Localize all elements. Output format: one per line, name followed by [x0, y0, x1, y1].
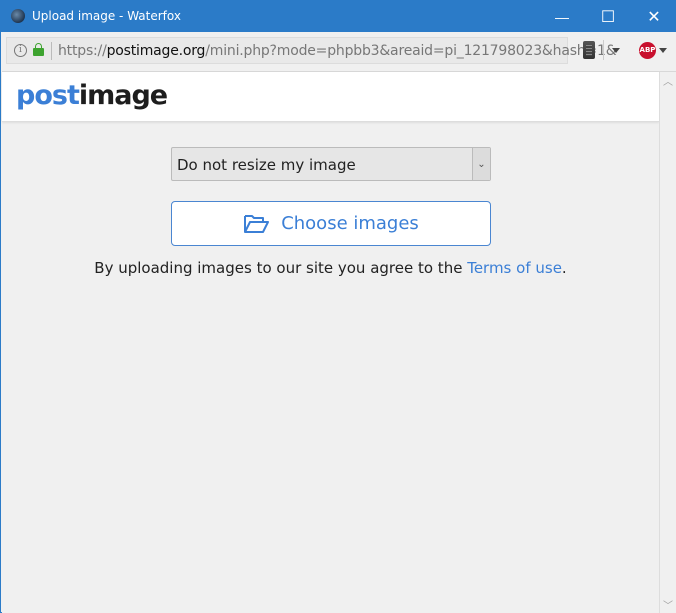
- logo-post: post: [16, 80, 80, 111]
- browser-window: Upload image - Waterfox — ☐ ✕ i https://…: [0, 0, 676, 613]
- terms-end: .: [561, 259, 567, 277]
- navigation-bar: i https://postimage.org/mini.php?mode=ph…: [2, 32, 676, 72]
- url-host: postimage.org: [106, 43, 206, 59]
- scroll-up-icon[interactable]: ︿: [660, 72, 676, 89]
- logo-image: image: [78, 80, 168, 111]
- folder-open-icon: [244, 214, 270, 233]
- toolbar-separator: [603, 40, 604, 60]
- url-bar[interactable]: i https://postimage.org/mini.php?mode=ph…: [6, 37, 617, 64]
- terms-of-use-link[interactable]: Terms of use: [467, 259, 562, 277]
- waterfox-icon: [11, 9, 25, 23]
- resize-select[interactable]: Do not resize my image ⌄: [171, 147, 491, 181]
- chevron-down-icon[interactable]: ⌄: [472, 148, 490, 180]
- url-separator: [51, 42, 52, 60]
- terms-notice: By uploading images to our site you agre…: [2, 259, 659, 277]
- choose-images-button[interactable]: Choose images: [171, 201, 491, 246]
- site-header: postimage: [2, 72, 659, 122]
- scroll-down-icon[interactable]: ﹀: [660, 596, 676, 613]
- postimage-logo[interactable]: postimage: [16, 80, 168, 111]
- lock-icon[interactable]: [33, 43, 44, 56]
- adblock-dropdown-icon[interactable]: [659, 48, 667, 53]
- minimize-button[interactable]: —: [539, 1, 585, 32]
- info-icon[interactable]: i: [14, 44, 27, 57]
- close-button[interactable]: ✕: [631, 1, 676, 32]
- clipboard-icon[interactable]: [583, 41, 595, 59]
- adblock-plus-icon[interactable]: ABP: [639, 42, 656, 59]
- terms-text: By uploading images to our site you agre…: [94, 259, 468, 277]
- vertical-scrollbar[interactable]: ︿ ﹀: [659, 72, 676, 613]
- url-text[interactable]: https://postimage.org/mini.php?mode=phpb…: [58, 43, 617, 59]
- page-content: postimage Do not resize my image ⌄ Choos…: [2, 72, 659, 613]
- window-title: Upload image - Waterfox: [32, 9, 181, 23]
- title-bar: Upload image - Waterfox — ☐ ✕: [1, 1, 676, 32]
- maximize-button[interactable]: ☐: [585, 1, 631, 32]
- url-path: /mini.php?mode=phpbb3&areaid=pi_12179802…: [205, 43, 617, 59]
- url-prefix: https://: [58, 43, 107, 59]
- clipboard-dropdown-icon[interactable]: [612, 48, 620, 53]
- choose-images-label: Choose images: [281, 213, 419, 234]
- resize-select-value: Do not resize my image: [177, 156, 356, 174]
